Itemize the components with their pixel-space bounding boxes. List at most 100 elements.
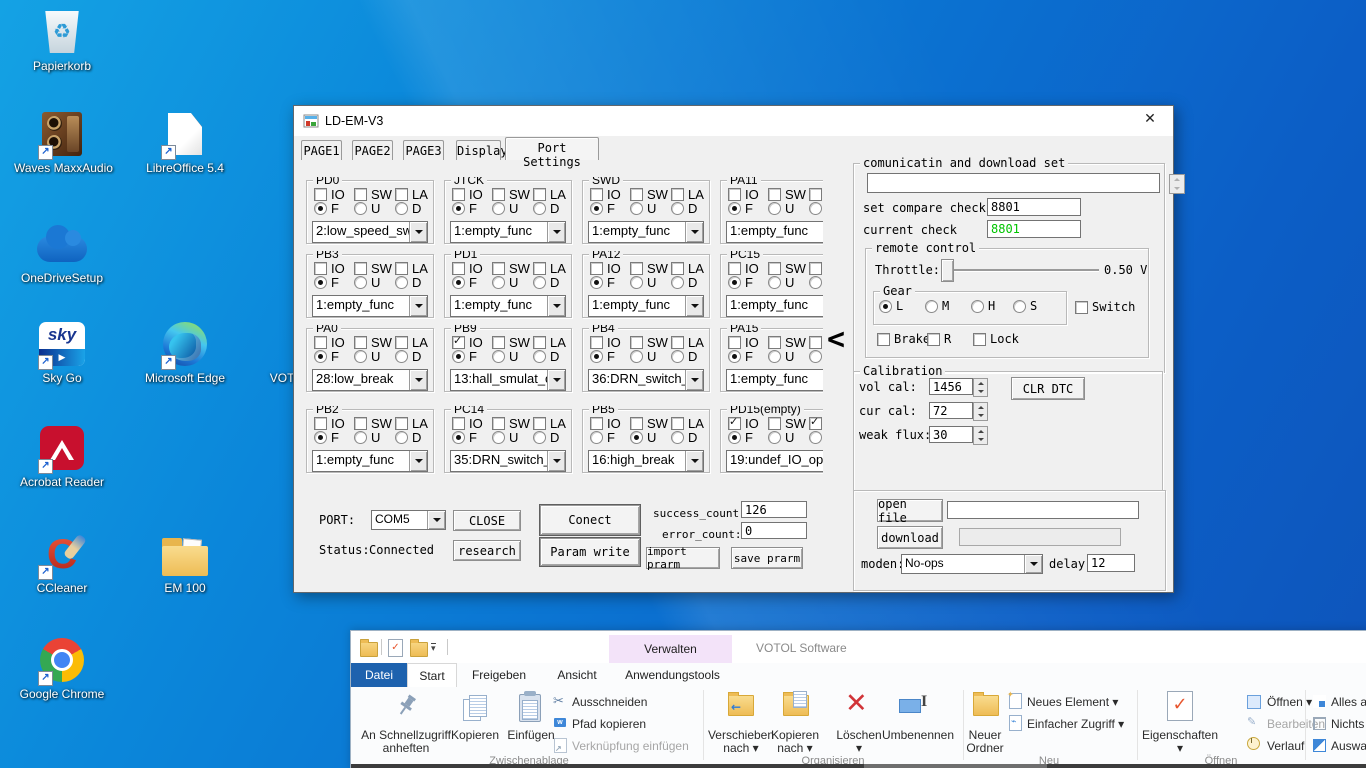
gear-radio-H[interactable]: H — [971, 299, 995, 313]
tab-anwendungstools[interactable]: Anwendungstools — [613, 663, 732, 687]
checkbox-LA[interactable]: LA — [809, 187, 823, 202]
pin-func-select[interactable]: 28:low_break — [312, 369, 428, 391]
calibration-row-field[interactable]: 72 — [929, 402, 973, 419]
pin-func-select[interactable]: 35:DRN_switch_D — [450, 450, 566, 472]
chevron-down-icon[interactable] — [685, 296, 703, 316]
checkbox-LA[interactable]: LA — [533, 416, 566, 431]
radio-F[interactable]: F — [452, 349, 477, 364]
chevron-down-icon[interactable] — [427, 511, 445, 529]
tab-port-settings[interactable]: Port Settings — [505, 137, 599, 160]
brake-checkbox[interactable]: Brake — [877, 332, 930, 346]
download-button[interactable]: download — [877, 526, 943, 549]
radio-D[interactable]: D — [809, 275, 823, 290]
radio-U[interactable]: U — [768, 430, 794, 445]
chevron-down-icon[interactable] — [685, 370, 703, 390]
chevron-down-icon[interactable] — [409, 222, 427, 242]
checkbox-LA[interactable]: LA — [395, 187, 428, 202]
desktop-icon-waves-maxxaudio[interactable]: ↗Waves MaxxAudio — [14, 110, 110, 175]
checkbox-IO[interactable]: IO — [728, 261, 759, 276]
desktop-icon-libreoffice[interactable]: ↗LibreOffice 5.4 — [137, 110, 233, 175]
desktop-icon-recycle-bin[interactable]: ♻Papierkorb — [14, 8, 110, 73]
open-file-button[interactable]: open file — [877, 499, 943, 522]
close-icon[interactable]: ✕ — [1139, 111, 1161, 131]
gear-radio-M[interactable]: M — [925, 299, 949, 313]
pin-func-select[interactable]: 1:empty_func — [450, 221, 566, 243]
pin-func-select[interactable]: 36:DRN_switch_F — [588, 369, 704, 391]
checkbox-IO[interactable]: IO — [452, 416, 483, 431]
checkbox-LA[interactable]: LA — [809, 335, 823, 350]
checkbox-SW[interactable]: SW — [768, 416, 806, 431]
radio-F[interactable]: F — [314, 275, 339, 290]
port-select[interactable]: COM5 — [371, 510, 446, 530]
radio-U[interactable]: U — [354, 275, 380, 290]
radio-U[interactable]: U — [768, 201, 794, 216]
set-compare-field[interactable]: 8801 — [987, 198, 1081, 216]
radio-U[interactable]: U — [630, 430, 656, 445]
checkbox-IO[interactable]: IO — [590, 261, 621, 276]
checkbox-IO[interactable]: IO — [314, 187, 345, 202]
radio-F[interactable]: F — [728, 275, 753, 290]
gear-radio-S[interactable]: S — [1013, 299, 1037, 313]
checkbox-IO[interactable]: IO — [590, 187, 621, 202]
radio-F[interactable]: F — [452, 430, 477, 445]
checkbox-IO[interactable]: IO — [728, 335, 759, 350]
checkbox-IO[interactable]: IO — [452, 261, 483, 276]
chevron-down-icon[interactable] — [685, 451, 703, 471]
checkbox-SW[interactable]: SW — [492, 187, 530, 202]
checkbox-IO[interactable]: IO — [590, 416, 621, 431]
pin-func-select[interactable]: 1:empty_func — [588, 295, 704, 317]
taskbar-active-app[interactable] — [864, 764, 1047, 768]
pin-func-select[interactable]: 19:undef_IO_opt — [726, 450, 823, 472]
checkbox-SW[interactable]: SW — [768, 187, 806, 202]
desktop-icon-sky-go[interactable]: sky▶↗Sky Go — [14, 320, 110, 385]
radio-F[interactable]: F — [452, 275, 477, 290]
radio-U[interactable]: U — [492, 275, 518, 290]
radio-F[interactable]: F — [590, 349, 615, 364]
radio-U[interactable]: U — [354, 430, 380, 445]
pin-func-select[interactable]: 2:low_speed_sw — [312, 221, 428, 243]
radio-D[interactable]: D — [671, 201, 697, 216]
radio-U[interactable]: U — [354, 349, 380, 364]
checkbox-LA[interactable]: LA — [671, 335, 704, 350]
folder-icon[interactable] — [410, 642, 428, 657]
chevron-down-icon[interactable] — [409, 451, 427, 471]
lock-checkbox[interactable]: Lock — [973, 332, 1019, 346]
checkbox-SW[interactable]: SW — [630, 261, 668, 276]
radio-D[interactable]: D — [671, 275, 697, 290]
switch-checkbox[interactable]: Switch — [1075, 300, 1135, 314]
checkbox-SW[interactable]: SW — [492, 416, 530, 431]
r-checkbox[interactable]: R — [927, 332, 951, 346]
radio-U[interactable]: U — [768, 275, 794, 290]
clr-dtc-button[interactable]: CLR DTC — [1011, 377, 1085, 400]
context-tab-verwalten[interactable]: Verwalten — [609, 635, 732, 663]
tab-ansicht[interactable]: Ansicht — [541, 663, 613, 687]
checkbox-LA[interactable]: LA — [671, 261, 704, 276]
delay-field[interactable]: 12 — [1087, 554, 1135, 572]
tab-page1[interactable]: PAGE1 — [301, 140, 342, 160]
tab-page3[interactable]: PAGE3 — [403, 140, 444, 160]
radio-D[interactable]: D — [809, 201, 823, 216]
checkbox-LA[interactable]: LA — [533, 261, 566, 276]
calibration-row-field[interactable]: 30 — [929, 426, 973, 443]
checkbox-IO[interactable]: IO — [590, 335, 621, 350]
pin-func-select[interactable]: 1:empty_func — [588, 221, 704, 243]
radio-D[interactable]: D — [533, 430, 559, 445]
radio-D[interactable]: D — [671, 430, 697, 445]
radio-U[interactable]: U — [630, 275, 656, 290]
radio-F[interactable]: F — [314, 349, 339, 364]
checkbox-LA[interactable]: LA — [395, 416, 428, 431]
checkbox-SW[interactable]: SW — [630, 187, 668, 202]
checkbox-SW[interactable]: SW — [630, 335, 668, 350]
chevron-down-icon[interactable] — [547, 222, 565, 242]
radio-D[interactable]: D — [395, 349, 421, 364]
explorer-title-bar[interactable]: ✓ ▾ Verwalten VOTOL Software — [351, 631, 1366, 663]
save-param-button[interactable]: save prarm — [731, 547, 803, 569]
calibration-row-spinner[interactable] — [973, 402, 988, 421]
qat-customize-icon[interactable]: ▾ — [431, 643, 436, 652]
tab-datei[interactable]: Datei — [351, 663, 407, 687]
tab-display[interactable]: Display — [456, 140, 501, 160]
research-button[interactable]: research — [453, 540, 521, 561]
open-file-field[interactable] — [947, 501, 1139, 519]
radio-F[interactable]: F — [728, 201, 753, 216]
success-count-field[interactable]: 126 — [741, 501, 807, 518]
